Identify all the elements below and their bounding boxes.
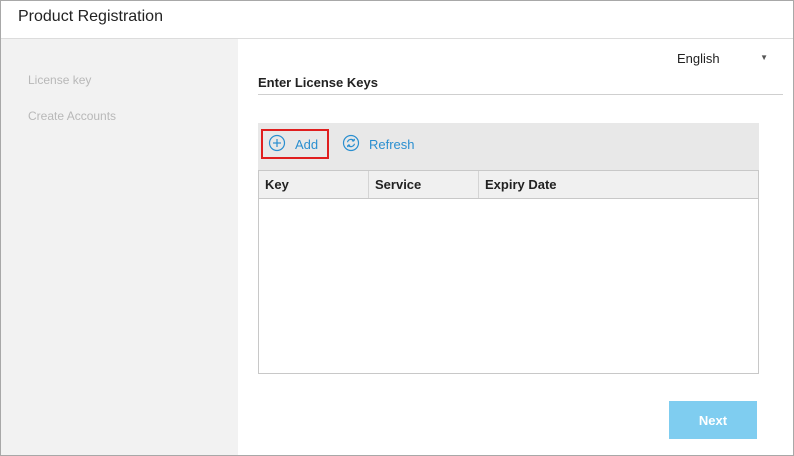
add-button[interactable]: Add [261, 129, 329, 159]
table-header: Key Service Expiry Date [259, 171, 758, 199]
window-title: Product Registration [18, 8, 163, 25]
sidebar-item-license-key[interactable]: License key [28, 73, 91, 87]
caret-down-icon: ▼ [760, 53, 768, 62]
title-bar: Product Registration [1, 1, 793, 39]
add-button-label: Add [295, 136, 319, 152]
sidebar: License key Create Accounts [1, 39, 238, 455]
license-keys-table: Key Service Expiry Date [258, 170, 759, 374]
sidebar-item-create-accounts[interactable]: Create Accounts [28, 109, 116, 123]
language-selected-value: English [677, 51, 720, 66]
refresh-button[interactable]: Refresh [340, 129, 430, 159]
refresh-button-label: Refresh [369, 136, 415, 152]
refresh-circle-icon [342, 134, 369, 155]
column-header-service[interactable]: Service [369, 171, 479, 198]
plus-circle-icon [268, 134, 295, 155]
column-header-expiry-date[interactable]: Expiry Date [479, 171, 758, 198]
product-registration-window: Product Registration License key Create … [0, 0, 794, 456]
license-toolbar: Add Refresh [258, 123, 759, 170]
section-divider [258, 94, 783, 95]
language-select[interactable]: English ▼ [677, 51, 772, 69]
section-title: Enter License Keys [258, 75, 378, 90]
column-header-key[interactable]: Key [259, 171, 369, 198]
next-button[interactable]: Next [669, 401, 757, 439]
